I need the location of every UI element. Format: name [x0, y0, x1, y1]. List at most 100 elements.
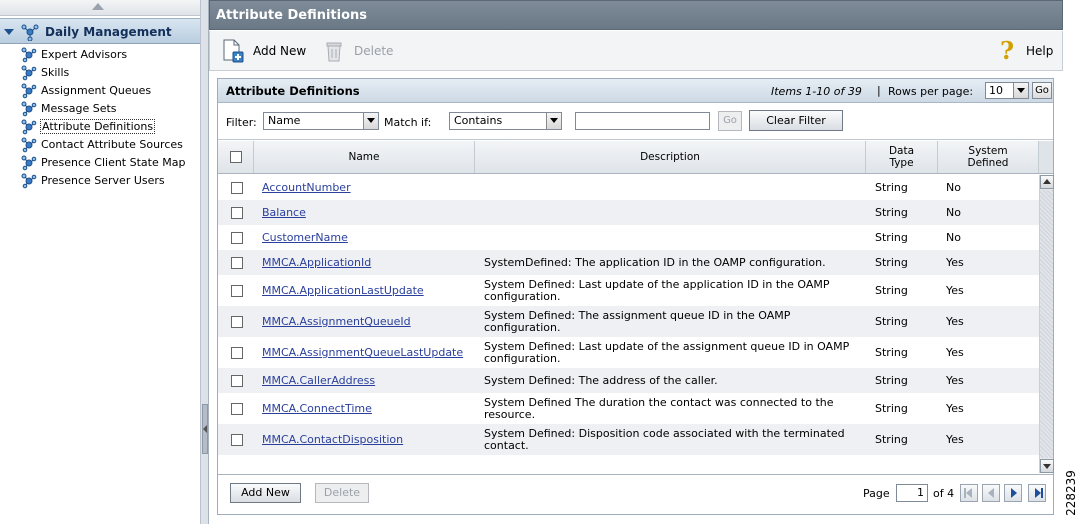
nav-item[interactable]: Skills — [0, 64, 200, 82]
column-header-system-defined[interactable]: System Defined — [938, 141, 1039, 173]
table-footer: Add New Delete Page 1 of 4 — [218, 474, 1053, 514]
row-checkbox[interactable] — [231, 434, 243, 446]
row-checkbox[interactable] — [231, 257, 243, 269]
nav-item[interactable]: Attribute Definitions — [0, 118, 200, 136]
nav-item-list: Expert Advisors Skills Assignment Queues Me… — [0, 46, 200, 190]
items-count: Items 1-10 of 39 — [771, 85, 862, 98]
column-header-description[interactable]: Description — [475, 141, 866, 173]
previous-page-icon[interactable] — [982, 484, 1000, 502]
attribute-data-type: String — [875, 315, 908, 328]
rows-per-page-go-button[interactable]: Go — [1032, 82, 1052, 99]
select-all-cell — [218, 141, 254, 173]
table-header: Name Description Data Type System Define… — [218, 141, 1039, 174]
data-type-header-text: Data Type — [888, 145, 915, 169]
attribute-name-link[interactable]: MMCA.AssignmentQueueId — [262, 315, 411, 328]
attribute-name-link[interactable]: MMCA.AssignmentQueueLastUpdate — [262, 346, 463, 359]
row-checkbox[interactable] — [231, 182, 243, 194]
nav-item[interactable]: Contact Attribute Sources — [0, 136, 200, 154]
scroll-up-button[interactable] — [1040, 175, 1054, 189]
attribute-name-link[interactable]: MMCA.ApplicationId — [262, 256, 371, 269]
column-header-name[interactable]: Name — [254, 141, 475, 173]
main-content: Attribute Definitions Add New Delete ? H… — [209, 0, 1082, 524]
add-new-button[interactable]: Add New — [221, 39, 311, 63]
footer-add-new-button[interactable]: Add New — [230, 483, 301, 503]
attribute-system-defined: Yes — [946, 433, 964, 446]
table-vertical-scrollbar[interactable] — [1039, 175, 1054, 473]
filter-field-select[interactable]: Name — [263, 112, 379, 130]
row-checkbox[interactable] — [231, 347, 243, 359]
attribute-data-type: String — [875, 206, 908, 219]
attribute-name-link[interactable]: MMCA.ContactDisposition — [262, 433, 403, 446]
page-count: of 4 — [933, 487, 955, 500]
attribute-name-link[interactable]: CustomerName — [262, 231, 348, 244]
attribute-data-type: String — [875, 402, 908, 415]
attribute-system-defined: No — [946, 181, 961, 194]
row-checkbox[interactable] — [231, 285, 243, 297]
attribute-system-defined: Yes — [946, 346, 964, 359]
footer-delete-button[interactable]: Delete — [315, 483, 369, 503]
attribute-name-link[interactable]: MMCA.CallerAddress — [262, 374, 375, 387]
network-node-icon — [21, 65, 37, 81]
attribute-description: System Defined: The assignment queue ID … — [484, 309, 791, 334]
dropdown-arrow-icon[interactable] — [546, 113, 561, 129]
filter-label: Filter: — [226, 116, 257, 129]
nav-item[interactable]: Message Sets — [0, 100, 200, 118]
attribute-name-link[interactable]: Balance — [262, 206, 306, 219]
filter-go-button[interactable]: Go — [718, 111, 742, 131]
nav-item[interactable]: Assignment Queues — [0, 82, 200, 100]
table-row: MMCA.ContactDisposition System Defined: D… — [218, 424, 1039, 455]
nav-item[interactable]: Presence Server Users — [0, 172, 200, 190]
first-page-icon[interactable] — [960, 484, 978, 502]
nav-item-label: Skills — [41, 66, 70, 79]
network-node-icon — [21, 173, 37, 189]
attribute-name-link[interactable]: MMCA.ConnectTime — [262, 402, 372, 415]
next-page-icon[interactable] — [1004, 484, 1022, 502]
attribute-system-defined: Yes — [946, 315, 964, 328]
figure-id-text: 228239 — [1063, 470, 1078, 516]
last-page-icon[interactable] — [1028, 484, 1046, 502]
rows-per-page-select[interactable]: 10 — [985, 82, 1029, 99]
row-checkbox[interactable] — [231, 403, 243, 415]
collapse-triangle-icon[interactable] — [4, 29, 14, 35]
delete-button[interactable]: Delete — [322, 39, 402, 63]
row-checkbox[interactable] — [231, 316, 243, 328]
attribute-description: System Defined The duration the contact … — [484, 396, 834, 421]
row-checkbox[interactable] — [231, 207, 243, 219]
row-checkbox[interactable] — [231, 375, 243, 387]
match-if-select[interactable]: Contains — [449, 112, 562, 130]
attribute-name-link[interactable]: AccountNumber — [262, 181, 351, 194]
collapse-left-arrow-icon — [203, 425, 207, 433]
scroll-up-arrow-icon — [92, 3, 104, 10]
nav-section-header[interactable]: Daily Management — [0, 18, 200, 44]
scroll-track[interactable] — [1040, 190, 1053, 458]
attribute-system-defined: Yes — [946, 374, 964, 387]
scroll-down-button[interactable] — [1040, 459, 1054, 473]
column-header-data-type[interactable]: Data Type — [866, 141, 938, 173]
attribute-system-defined: Yes — [946, 284, 964, 297]
help-button[interactable]: ? Help — [1000, 36, 1062, 65]
match-if-label: Match if: — [384, 116, 432, 129]
clear-filter-button[interactable]: Clear Filter — [749, 110, 843, 131]
toolbar: Add New Delete ? Help — [209, 31, 1063, 71]
dropdown-arrow-icon[interactable] — [363, 113, 378, 129]
nav-item[interactable]: Expert Advisors — [0, 46, 200, 64]
network-node-icon — [21, 47, 37, 63]
header-scroll-spacer — [1039, 141, 1053, 174]
row-checkbox[interactable] — [231, 232, 243, 244]
page-number-input[interactable]: 1 — [896, 484, 928, 502]
nav-scroll-up-button[interactable] — [0, 0, 200, 16]
attribute-name-link[interactable]: MMCA.ApplicationLastUpdate — [262, 284, 424, 297]
filter-bar: Filter: Name Match if: Contains Go Clear… — [218, 104, 1053, 140]
attribute-data-type: String — [875, 374, 908, 387]
dropdown-arrow-icon[interactable] — [1013, 83, 1028, 98]
table-row: CustomerName String No — [218, 225, 1039, 250]
pane-splitter[interactable] — [201, 0, 209, 524]
attribute-description: System Defined: Disposition code associa… — [484, 427, 845, 452]
filter-text-input[interactable] — [575, 112, 710, 130]
network-node-icon — [21, 24, 39, 41]
filter-field-value: Name — [268, 114, 301, 127]
select-all-checkbox[interactable] — [229, 151, 242, 163]
nav-item[interactable]: Presence Client State Map — [0, 154, 200, 172]
splitter-grip[interactable] — [202, 404, 208, 454]
table-row: MMCA.ApplicationId SystemDefined: The app… — [218, 250, 1039, 275]
